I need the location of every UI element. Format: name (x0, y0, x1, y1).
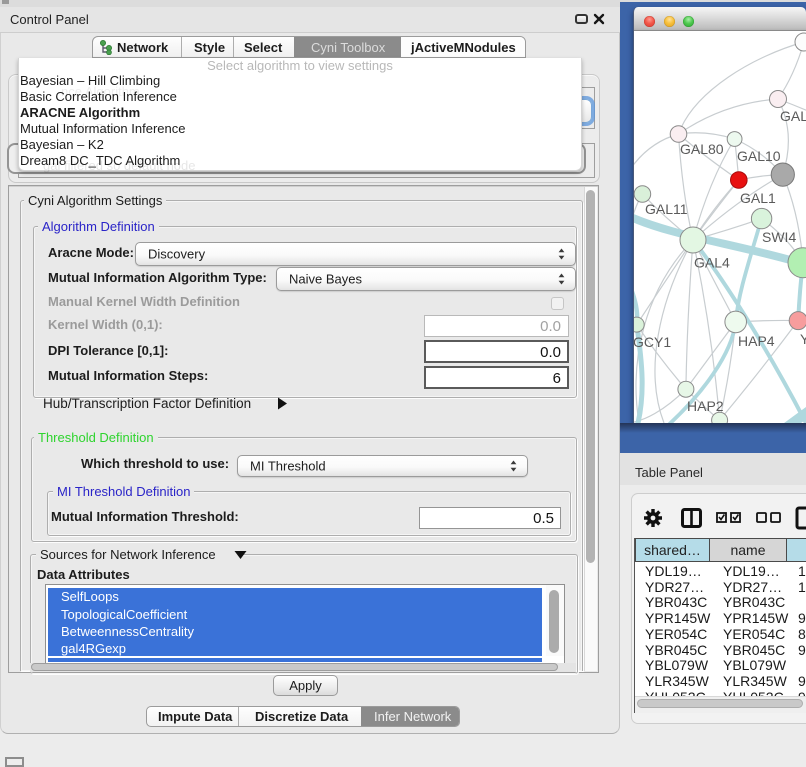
svg-text:GAL11: GAL11 (645, 201, 688, 217)
svg-text:GCY1: GCY1 (634, 334, 671, 350)
svg-text:HAP4: HAP4 (738, 333, 775, 349)
svg-text:GAL7: GAL7 (780, 108, 806, 124)
svg-text:Y: Y (800, 331, 806, 347)
svg-text:GAL1: GAL1 (740, 190, 776, 206)
svg-text:HAP2: HAP2 (687, 398, 724, 414)
svg-text:GAL80: GAL80 (680, 141, 724, 157)
svg-text:GAL4: GAL4 (694, 255, 730, 271)
svg-text:SWI4: SWI4 (762, 229, 796, 245)
svg-text:GAL10: GAL10 (737, 148, 781, 164)
